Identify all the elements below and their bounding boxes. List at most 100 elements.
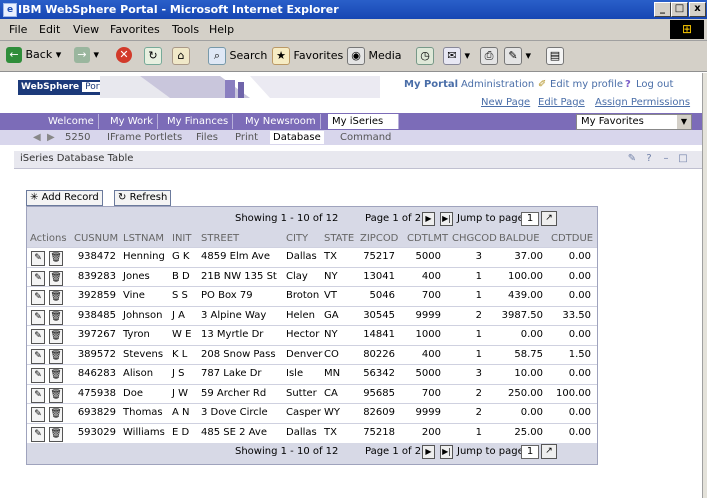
edit-row-icon[interactable]: ✎ [31, 407, 45, 422]
cell-state: WY [324, 407, 340, 418]
my-portal-link[interactable]: My Portal [404, 79, 458, 90]
delete-row-icon[interactable]: 🗑 [49, 407, 63, 422]
edit-row-icon[interactable]: ✎ [31, 368, 45, 383]
cell-init: B D [172, 270, 190, 282]
edit-page-link[interactable]: Edit Page [538, 97, 585, 108]
menu-help[interactable]: Help [209, 23, 234, 36]
edit-row-icon[interactable]: ✎ [31, 348, 45, 364]
add-record-label: Add Record [41, 192, 99, 203]
cell-init: W E [172, 329, 192, 340]
minimize-button[interactable]: _ [654, 2, 671, 17]
back-button[interactable]: ← Back ▾ [6, 47, 61, 63]
refresh-browser-button[interactable]: ↻ [144, 47, 162, 65]
new-page-link[interactable]: New Page [481, 97, 530, 108]
cell-city: Broton [286, 290, 320, 301]
delete-row-icon[interactable]: 🗑 [49, 329, 63, 344]
last-page-icon[interactable]: ▶| [440, 212, 453, 226]
cell-lstnam: Thomas [123, 407, 163, 418]
favorites-button[interactable]: ★ Favorites [272, 47, 343, 65]
delete-row-icon[interactable]: 🗑 [49, 290, 63, 305]
delete-row-icon[interactable]: 🗑 [49, 309, 63, 325]
cell-zipcod: 30545 [363, 309, 395, 321]
delete-row-icon[interactable]: 🗑 [49, 348, 63, 364]
cell-cdtlmt: 400 [421, 270, 441, 282]
jump-page-input[interactable]: 1 [521, 445, 539, 459]
window-title: IBM WebSphere Portal - Microsoft Interne… [18, 3, 339, 16]
scroll-right-icon[interactable]: ▶ [44, 131, 58, 144]
edit-row-icon[interactable]: ✎ [31, 426, 45, 442]
assign-permissions-link[interactable]: Assign Permissions [595, 97, 690, 108]
favorites-select[interactable]: My Favorites ▼ [576, 114, 692, 130]
maximize-portlet-icon[interactable]: □ [677, 153, 689, 165]
subtab-command[interactable]: Command [337, 131, 394, 144]
cell-cusnum: 938485 [77, 309, 116, 321]
menu-view[interactable]: View [73, 23, 99, 36]
tab-my-finances[interactable]: My Finances [163, 114, 234, 129]
menu-tools[interactable]: Tools [172, 23, 199, 36]
cell-street: 3 Alpine Way [201, 309, 267, 321]
subtab-iframe-portlets[interactable]: IFrame Portlets [104, 131, 185, 144]
mail-button[interactable]: ✉ ▾ [443, 47, 470, 65]
delete-row-icon[interactable]: 🗑 [49, 251, 63, 266]
print-button[interactable]: ⎙ [480, 47, 498, 65]
edit-row-icon[interactable]: ✎ [31, 251, 45, 266]
maximize-button[interactable]: □ [671, 2, 688, 17]
discuss-icon: ▤ [546, 47, 564, 65]
jump-page-input[interactable]: 1 [521, 212, 539, 226]
scroll-left-icon[interactable]: ◀ [30, 131, 44, 144]
help-link[interactable]: ? [625, 79, 631, 90]
tab-welcome[interactable]: Welcome [44, 114, 99, 129]
subtab-print[interactable]: Print [232, 131, 261, 144]
help-portlet-icon[interactable]: ? [643, 153, 655, 165]
refresh-button[interactable]: ↻ Refresh [114, 190, 172, 206]
history-button[interactable]: ◷ [416, 47, 434, 65]
edit-row-icon[interactable]: ✎ [31, 329, 45, 344]
tab-my-newsroom[interactable]: My Newsroom [241, 114, 321, 129]
jump-go-icon[interactable]: ↗ [541, 444, 557, 459]
edit-profile-link[interactable]: Edit my profile [550, 79, 623, 90]
cell-zipcod: 75218 [363, 426, 395, 438]
vertical-scrollbar[interactable] [702, 73, 707, 498]
next-page-icon[interactable]: ▶ [422, 212, 435, 226]
search-button[interactable]: ⌕ Search [208, 47, 267, 65]
edit-row-icon[interactable]: ✎ [31, 387, 45, 403]
menu-file[interactable]: File [9, 23, 27, 36]
forward-button[interactable]: → ▾ [74, 47, 99, 63]
edit-row-icon[interactable]: ✎ [31, 270, 45, 286]
home-button[interactable]: ⌂ [172, 47, 190, 65]
delete-row-icon[interactable]: 🗑 [49, 387, 63, 403]
edit-button[interactable]: ✎ ▾ [504, 47, 531, 65]
subtab-5250[interactable]: 5250 [62, 131, 93, 144]
favorites-select-value: My Favorites [581, 116, 644, 127]
last-page-icon[interactable]: ▶| [440, 445, 453, 459]
refresh-label: Refresh [129, 192, 168, 203]
edit-row-icon[interactable]: ✎ [31, 290, 45, 305]
edit-portlet-icon[interactable]: ✎ [626, 153, 638, 165]
tab-my-work[interactable]: My Work [106, 114, 159, 129]
edit-row-icon[interactable]: ✎ [31, 309, 45, 325]
delete-row-icon[interactable]: 🗑 [49, 368, 63, 383]
cell-lstnam: Williams [123, 426, 165, 438]
media-button[interactable]: ◉ Media [347, 47, 402, 65]
tab-my-iseries[interactable]: My iSeries [328, 114, 399, 129]
delete-row-icon[interactable]: 🗑 [49, 270, 63, 286]
logout-link[interactable]: Log out [636, 79, 673, 90]
menu-edit[interactable]: Edit [39, 23, 60, 36]
minimize-portlet-icon[interactable]: – [660, 153, 672, 165]
cell-cdtdue: 100.00 [556, 387, 591, 399]
jump-go-icon[interactable]: ↗ [541, 211, 557, 226]
next-page-icon[interactable]: ▶ [422, 445, 435, 459]
subtab-files[interactable]: Files [193, 131, 221, 144]
cell-state: CA [324, 387, 338, 399]
menu-favorites[interactable]: Favorites [110, 23, 160, 36]
subtab-database[interactable]: Database [270, 131, 324, 144]
window-title-bar: e IBM WebSphere Portal - Microsoft Inter… [0, 0, 707, 19]
add-record-button[interactable]: ✳ Add Record [26, 190, 103, 206]
close-button[interactable]: x [689, 2, 706, 17]
table-row: ✎ 🗑 693829 Thomas A N 3 Dove Circle Casper WY 82… [27, 403, 597, 423]
administration-link[interactable]: Administration [461, 79, 534, 90]
discuss-button[interactable]: ▤ [546, 47, 564, 65]
cell-city: Helen [286, 309, 315, 321]
delete-row-icon[interactable]: 🗑 [49, 426, 63, 442]
stop-button[interactable]: ✕ [116, 47, 132, 63]
